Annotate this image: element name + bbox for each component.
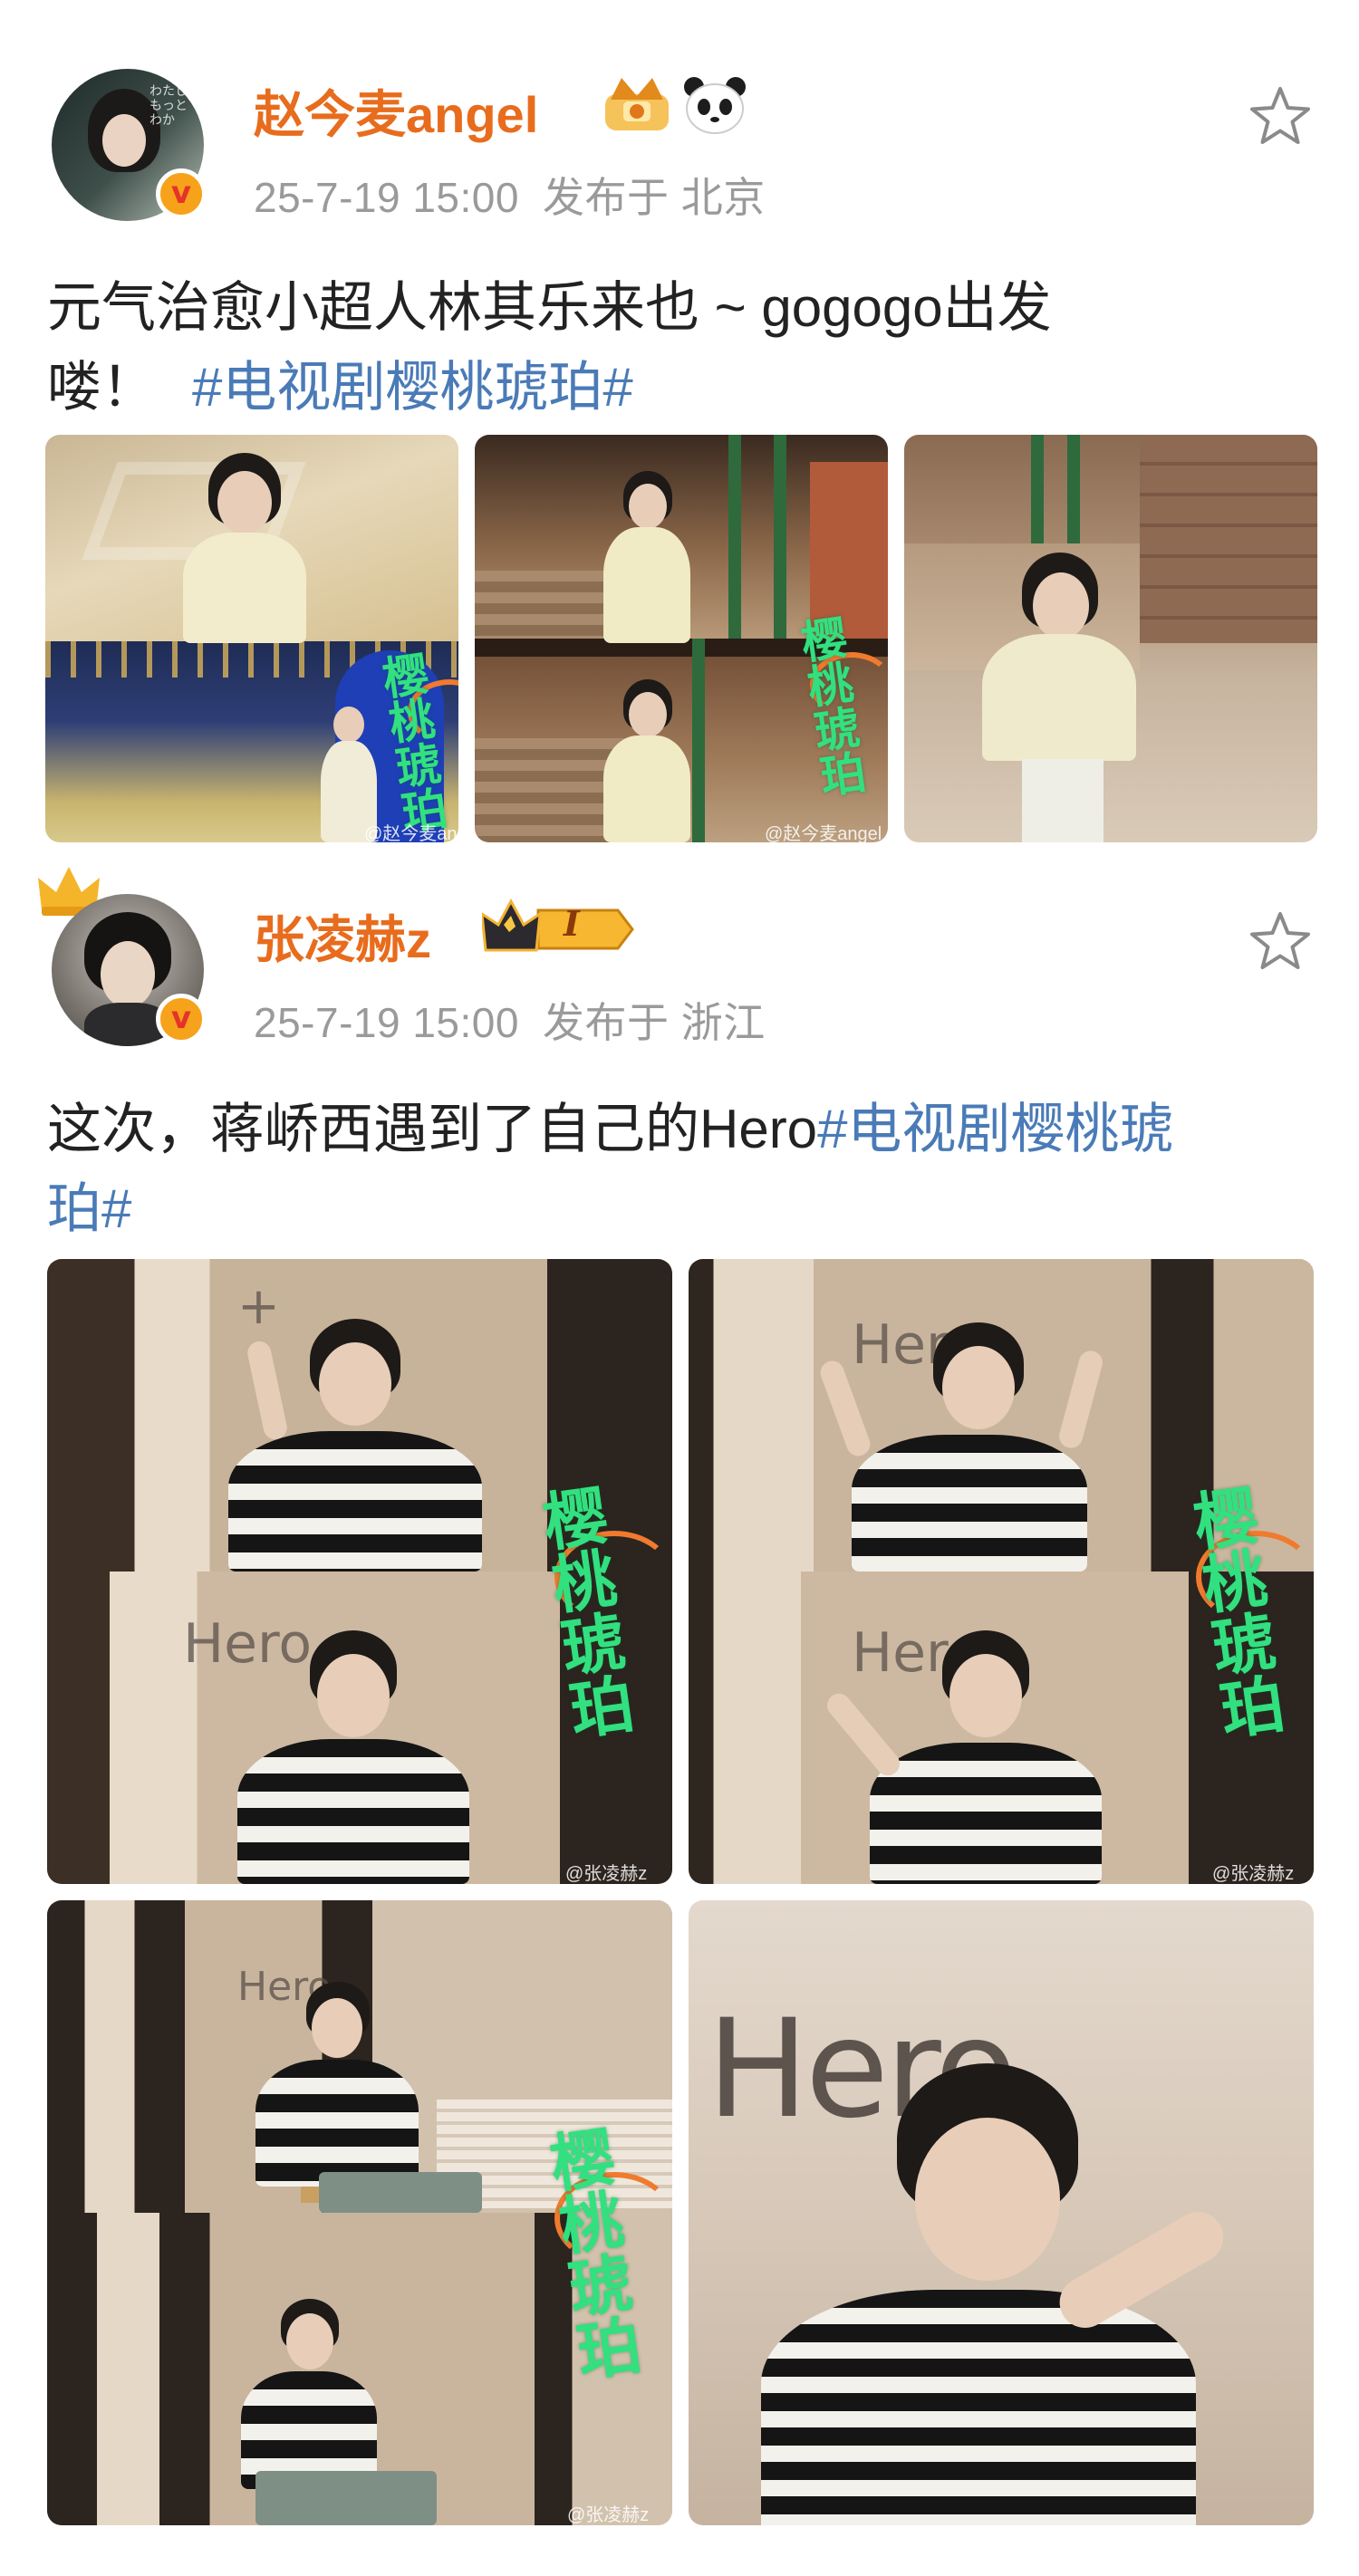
verified-v-icon: v <box>156 168 207 219</box>
watermark: @赵今麦angel <box>364 824 458 842</box>
post-text: 这次，蒋峤西遇到了自己的Hero#电视剧樱桃琥 珀# <box>47 1090 1334 1249</box>
watermark: @张凌赫z <box>567 2505 650 2525</box>
post-date: 25-7-19 15:00 <box>254 999 519 1046</box>
post-text-line: 元气治愈小超人林其乐来也 ~ gogogo出发 <box>47 277 1052 338</box>
hashtag-link[interactable]: #电视剧樱桃琥 <box>817 1099 1173 1159</box>
post-meta: 25-7-19 15:00 发布于 浙江 <box>254 990 789 1050</box>
hashtag-link[interactable]: 珀# <box>47 1169 1334 1249</box>
post-2: v 张凌赫z I 25-7-19 15:00 发布于 浙江 这次，蒋峤西遇到了自己… <box>0 847 1359 2576</box>
username[interactable]: 张凌赫z <box>254 899 431 973</box>
post-image-1[interactable]: 樱桃琥珀 @赵今麦angel <box>45 435 458 842</box>
watermark: @赵今麦angel <box>765 824 882 842</box>
post-text-line: 喽！ <box>47 357 156 418</box>
post-location: 发布于 浙江 <box>542 999 766 1046</box>
hashtag-link[interactable]: #电视剧樱桃琥珀# <box>192 357 633 418</box>
post-text: 元气治愈小超人林其乐来也 ~ gogogo出发 喽！ #电视剧樱桃琥珀# <box>47 268 1316 428</box>
post-meta: 25-7-19 15:00 发布于 北京 <box>254 165 789 225</box>
watermark: @张凌赫z <box>1212 1864 1295 1884</box>
post-location: 发布于 北京 <box>542 174 766 221</box>
star-outline-icon[interactable] <box>1247 83 1314 150</box>
post-image-1[interactable]: + Hero 樱桃琥珀 @张凌赫z <box>47 1259 672 1884</box>
post-image-3[interactable]: Hero 樱桃琥珀 @张凌赫z <box>47 1900 672 2525</box>
crown-badge-icon <box>605 78 669 130</box>
star-outline-icon[interactable] <box>1247 908 1314 976</box>
post-image-4[interactable]: Hero <box>689 1900 1314 2525</box>
post-image-2[interactable]: Hero Hero 樱桃琥珀 @张凌赫z <box>689 1259 1314 1884</box>
post-image-2[interactable]: 樱桃琥珀 @赵今麦angel <box>475 435 888 842</box>
panda-icon <box>684 77 746 134</box>
post-text-line: 这次，蒋峤西遇到了自己的Hero <box>47 1099 818 1159</box>
username[interactable]: 赵今麦angel <box>254 74 538 148</box>
watermark: @张凌赫z <box>565 1864 648 1884</box>
crown-level-badge-icon <box>482 898 634 952</box>
post-1: わたし もっと わか v 赵今麦angel 25-7-19 15:00 发布于 北京 … <box>0 0 1359 847</box>
verified-v-icon: v <box>156 994 207 1044</box>
post-date: 25-7-19 15:00 <box>254 174 519 221</box>
level-badge-label: I <box>564 903 580 944</box>
post-image-3[interactable] <box>904 435 1317 842</box>
